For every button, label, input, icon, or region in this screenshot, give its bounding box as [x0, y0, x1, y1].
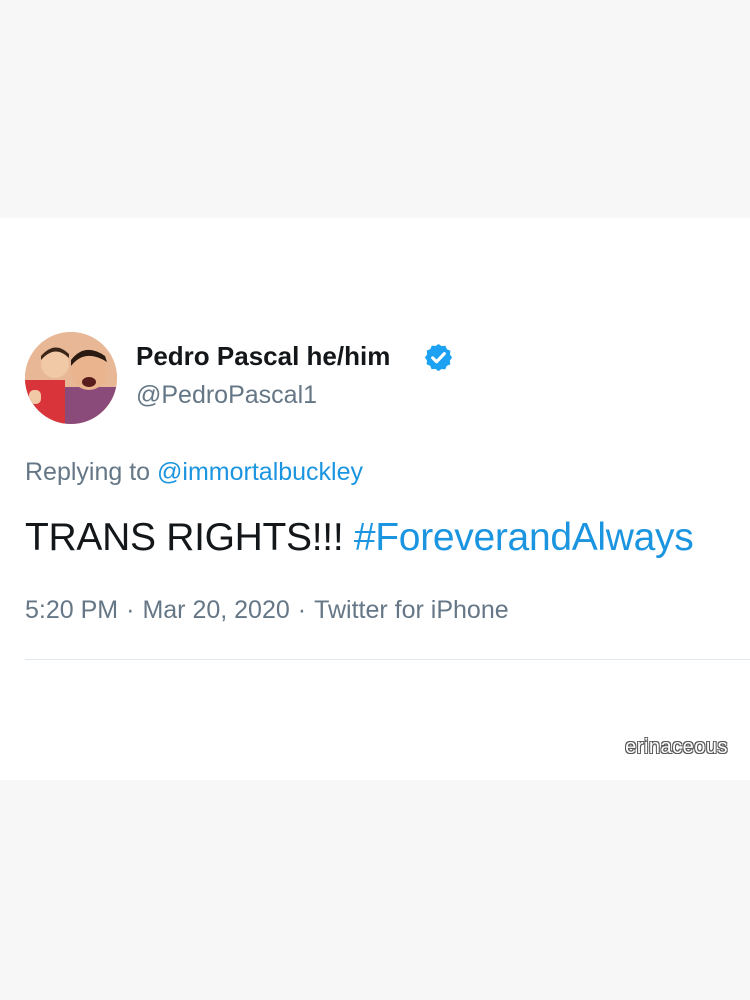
display-name[interactable]: Pedro Pascal he/him: [136, 341, 390, 372]
tweet-text: TRANS RIGHTS!!! #ForeverandAlways: [25, 516, 694, 560]
replying-to-label: Replying to: [25, 458, 158, 486]
avatar[interactable]: [25, 332, 117, 424]
avatar-photo: [25, 332, 117, 424]
replying-to-line: Replying to @immortalbuckley: [25, 458, 363, 487]
verified-badge-icon: [424, 343, 453, 372]
tweet-time[interactable]: 5:20 PM: [25, 596, 118, 624]
user-handle[interactable]: @PedroPascal1: [136, 381, 317, 410]
meta-separator: ·: [297, 596, 307, 624]
tweet-card: Pedro Pascal he/him @PedroPascal1 Replyi…: [0, 218, 750, 780]
watermark: erinaceous: [625, 736, 728, 758]
tweet-date[interactable]: Mar 20, 2020: [142, 596, 289, 624]
hashtag-link[interactable]: #ForeverandAlways: [354, 516, 694, 559]
tweet-body: TRANS RIGHTS!!!: [25, 516, 354, 559]
divider: [25, 659, 750, 660]
meta-separator: ·: [126, 596, 135, 624]
replying-to-mention-link[interactable]: @immortalbuckley: [157, 458, 363, 486]
tweet-source[interactable]: Twitter for iPhone: [314, 596, 509, 624]
tweet-meta: 5:20 PM · Mar 20, 2020 · Twitter for iPhone: [25, 596, 509, 625]
